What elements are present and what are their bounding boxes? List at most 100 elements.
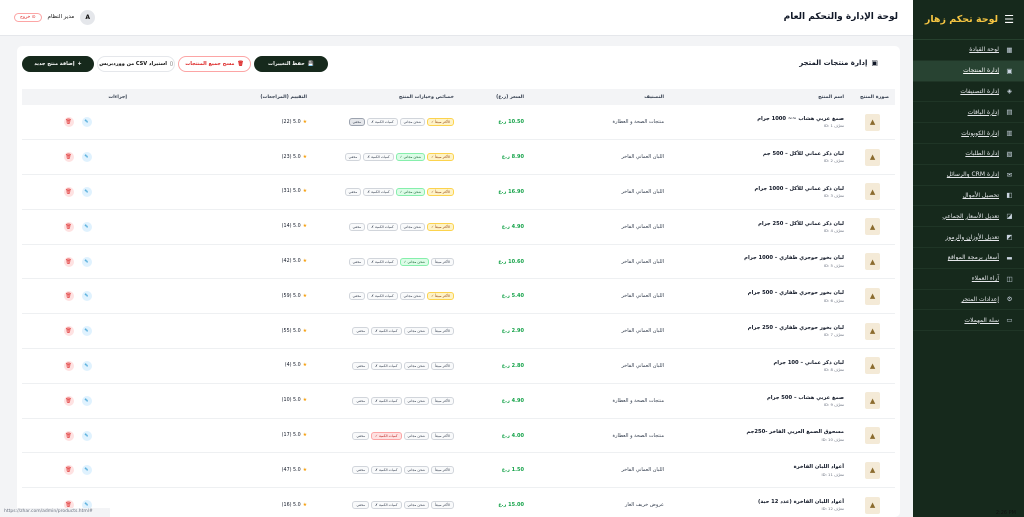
sidebar-item-13[interactable]: ▭ سلة المهملات bbox=[913, 310, 1024, 332]
delete-icon[interactable]: 🗑 bbox=[63, 465, 74, 476]
feature-tag[interactable]: الأكثر مبيعاً bbox=[431, 327, 454, 336]
feature-tag[interactable]: مخفي bbox=[352, 396, 370, 405]
feature-tag[interactable]: مخفي bbox=[352, 361, 370, 370]
feature-tag[interactable]: كميات الكمية ✗ bbox=[363, 153, 394, 162]
feature-tag[interactable]: مخفي bbox=[348, 292, 366, 301]
sidebar-item-5[interactable]: ▧ إدارة الطلبات bbox=[913, 144, 1024, 165]
delete-icon[interactable]: 🗑 bbox=[63, 117, 74, 128]
delete-icon[interactable]: 🗑 bbox=[63, 291, 74, 302]
sidebar-item-0[interactable]: ▦ لوحة القيادة bbox=[913, 40, 1024, 61]
edit-icon[interactable]: ✎ bbox=[81, 360, 92, 371]
sidebar-item-10[interactable]: ▬ أسعار برمجة المواقع bbox=[913, 248, 1024, 269]
edit-icon[interactable]: ✎ bbox=[81, 152, 92, 163]
sidebar-item-label: تعديل الأوزان والرموز bbox=[945, 233, 999, 241]
feature-tag[interactable]: الأكثر مبيعاً bbox=[431, 466, 454, 475]
feature-tag[interactable]: مخفي bbox=[348, 118, 366, 127]
feature-tag[interactable]: شحن مجاني bbox=[403, 327, 429, 336]
feature-tag[interactable]: كميات الكمية ✗ bbox=[367, 257, 398, 266]
import-csv-button[interactable]: ▯ استيراد CSV من ووردبريس bbox=[97, 56, 175, 72]
sidebar-item-2[interactable]: ◈ إدارة التصنيفات bbox=[913, 82, 1024, 103]
feature-tag[interactable]: الأكثر مبيعاً bbox=[431, 361, 454, 370]
features-cell: الأكثر مبيعاً شحن مجاني ✓ كميات الكمية ✗ مخ… bbox=[313, 244, 460, 280]
feature-tag[interactable]: كميات الكمية ✗ bbox=[367, 222, 398, 231]
feature-tag[interactable]: مخفي bbox=[352, 327, 370, 336]
feature-tag[interactable]: شحن مجاني bbox=[403, 361, 429, 370]
sidebar-item-4[interactable]: ▥ إدارة الكوبونات bbox=[913, 123, 1024, 144]
feature-tag[interactable]: شحن مجاني bbox=[399, 292, 426, 301]
edit-icon[interactable]: ✎ bbox=[81, 326, 92, 337]
logout-button[interactable]: ⊙ خروج bbox=[14, 12, 42, 22]
feature-tag[interactable]: كميات الكمية ✗ bbox=[367, 118, 398, 127]
save-changes-button[interactable]: 💾 حفظ التغييرات bbox=[254, 56, 328, 72]
feature-tag[interactable]: الأكثر مبيعاً ✓ bbox=[427, 118, 454, 127]
feature-tag[interactable]: كميات الكمية ✗ bbox=[371, 327, 402, 336]
delete-icon[interactable]: 🗑 bbox=[63, 256, 74, 267]
avatar[interactable]: A bbox=[80, 9, 96, 25]
feature-tag[interactable]: كميات الكمية ✗ bbox=[363, 187, 394, 196]
name-cell: لبان ذكر عماني للأكل – 250 جرام معرّف ID:… bbox=[670, 209, 850, 245]
delete-icon[interactable]: 🗑 bbox=[63, 152, 74, 163]
feature-tag[interactable]: الأكثر مبيعاً bbox=[431, 431, 454, 440]
feature-tag[interactable]: الأكثر مبيعاً bbox=[431, 501, 454, 510]
delete-icon[interactable]: 🗑 bbox=[63, 395, 74, 406]
feature-tag[interactable]: الأكثر مبيعاً ✓ bbox=[427, 187, 454, 196]
edit-icon[interactable]: ✎ bbox=[81, 465, 92, 476]
sidebar-item-8[interactable]: ◪ تعديل الأسعار الجماعي bbox=[913, 206, 1024, 228]
actions-cell: ✎ 🗑 bbox=[22, 105, 133, 141]
name-cell: لبان بخور حوجري ظفاري – 500 جرام معرّف ID… bbox=[670, 278, 850, 315]
feature-tag[interactable]: مخفي bbox=[344, 153, 362, 162]
delete-icon[interactable]: 🗑 bbox=[63, 221, 74, 232]
feature-tag[interactable]: كميات الكمية ✗ bbox=[371, 501, 402, 510]
delete-all-button[interactable]: 🗑 مسح جميع المنتجات bbox=[178, 56, 251, 72]
feature-tag[interactable]: الأكثر مبيعاً ✓ bbox=[427, 153, 454, 162]
delete-icon[interactable]: 🗑 bbox=[63, 326, 74, 337]
sidebar-item-3[interactable]: ▤ إدارة الباقات bbox=[913, 102, 1024, 124]
name-cell: أعواد اللبان الفاخرة (عدد 12 حبة) معرّف I… bbox=[670, 487, 850, 517]
table-row: ▲ لبان بخور حوجري ظفاري – 250 جرام معرّف I… bbox=[22, 313, 895, 350]
edit-icon[interactable]: ✎ bbox=[81, 256, 92, 267]
feature-tag[interactable]: كميات الكمية ✗ bbox=[371, 361, 402, 370]
feature-tag[interactable]: شحن مجاني bbox=[399, 222, 426, 231]
feature-tag[interactable]: مخفي bbox=[352, 466, 370, 475]
feature-tag[interactable]: كميات الكمية ✗ bbox=[371, 466, 402, 475]
edit-icon[interactable]: ✎ bbox=[81, 117, 92, 128]
feature-tag[interactable]: الأكثر مبيعاً bbox=[431, 396, 454, 405]
feature-tag[interactable]: مخفي bbox=[352, 501, 370, 510]
feature-tag[interactable]: شحن مجاني ✓ bbox=[399, 257, 429, 266]
delete-icon[interactable]: 🗑 bbox=[63, 430, 74, 441]
feature-tag[interactable]: شحن مجاني bbox=[399, 118, 426, 127]
feature-tag[interactable]: شحن مجاني ✓ bbox=[395, 153, 426, 162]
delete-icon[interactable]: 🗑 bbox=[63, 360, 74, 371]
feature-tag[interactable]: كميات الكمية ✗ bbox=[371, 396, 402, 405]
feature-tag[interactable]: مخفي bbox=[352, 431, 370, 440]
feature-tag[interactable]: كميات الكمية ✗ bbox=[367, 292, 398, 301]
sidebar-item-11[interactable]: ◫ آراء العملاء bbox=[913, 269, 1024, 290]
edit-icon[interactable]: ✎ bbox=[81, 430, 92, 441]
sidebar-brand[interactable]: ☰ لوحة تحكم زهار bbox=[913, 0, 1024, 40]
sidebar-item-9[interactable]: ◩ تعديل الأوزان والرموز bbox=[913, 227, 1024, 248]
sidebar-item-12[interactable]: ⚙ إعدادات المتجر bbox=[913, 290, 1024, 311]
edit-icon[interactable]: ✎ bbox=[81, 291, 92, 302]
image-cell: ▲ bbox=[850, 452, 895, 489]
sidebar-item-7[interactable]: ◧ تحصيل الأموال bbox=[913, 186, 1024, 207]
feature-tag[interactable]: شحن مجاني bbox=[403, 431, 429, 440]
sidebar-item-1[interactable]: ▣ إدارة المنتجات bbox=[913, 60, 1024, 82]
feature-tag[interactable]: الأكثر مبيعاً bbox=[431, 257, 454, 266]
feature-tag[interactable]: مخفي bbox=[348, 257, 366, 266]
feature-tag[interactable]: شحن مجاني bbox=[403, 466, 429, 475]
edit-icon[interactable]: ✎ bbox=[81, 186, 92, 197]
feature-tag[interactable]: كميات الكمية ✓ bbox=[371, 431, 402, 440]
delete-icon[interactable]: 🗑 bbox=[63, 186, 74, 197]
edit-icon[interactable]: ✎ bbox=[81, 395, 92, 406]
feature-tag[interactable]: شحن مجاني bbox=[403, 501, 429, 510]
feature-tag[interactable]: مخفي bbox=[344, 187, 362, 196]
sidebar-item-6[interactable]: ✉ إدارة CRM والرسائل bbox=[913, 165, 1024, 186]
feature-tag[interactable]: الأكثر مبيعاً ✓ bbox=[427, 292, 454, 301]
edit-icon[interactable]: ✎ bbox=[81, 221, 92, 232]
feature-tag[interactable]: شحن مجاني bbox=[403, 396, 429, 405]
product-name: لبان ذكر عماني للأكل – 1000 جرام bbox=[754, 185, 844, 192]
feature-tag[interactable]: الأكثر مبيعاً ✓ bbox=[427, 222, 454, 231]
add-product-button[interactable]: + إضافة منتج جديد bbox=[22, 56, 94, 72]
feature-tag[interactable]: مخفي bbox=[348, 222, 366, 231]
feature-tag[interactable]: شحن مجاني ✓ bbox=[395, 187, 426, 196]
